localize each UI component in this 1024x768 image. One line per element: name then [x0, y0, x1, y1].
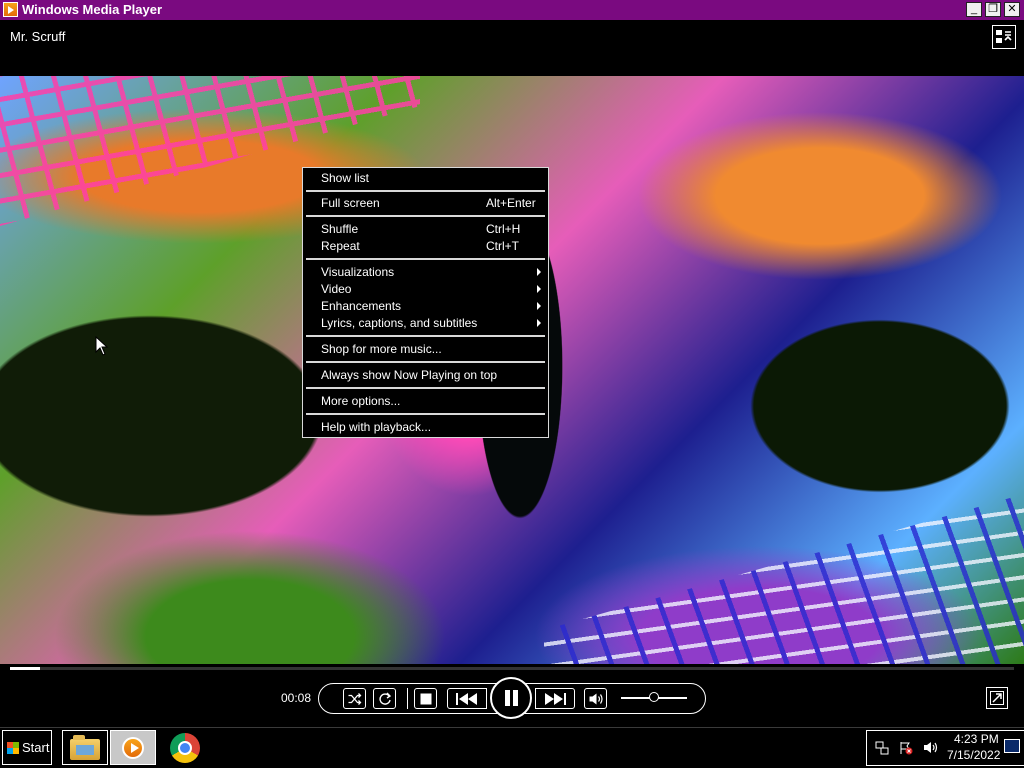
network-icon[interactable]	[875, 741, 889, 755]
menu-item-more-options[interactable]: More options...	[321, 393, 531, 409]
menu-separator	[306, 361, 545, 363]
menu-separator	[306, 335, 545, 337]
folder-icon	[70, 735, 100, 760]
controls-divider	[407, 688, 408, 709]
wmp-app-icon[interactable]	[3, 2, 18, 17]
seek-bar-progress	[10, 667, 41, 670]
now-playing-header: Mr. Scruff	[0, 20, 1024, 76]
menu-item-help-playback[interactable]: Help with playback...	[321, 419, 531, 435]
start-button[interactable]: Start	[2, 730, 52, 765]
previous-icon	[456, 692, 477, 705]
menu-item-show-list[interactable]: Show list	[321, 170, 531, 186]
next-button[interactable]	[535, 688, 575, 709]
switch-view-icon	[990, 691, 1004, 705]
window-title: Windows Media Player	[22, 2, 163, 17]
shortcut-repeat: Ctrl+T	[486, 239, 519, 253]
clock-date[interactable]: 7/15/2022	[947, 748, 1000, 762]
submenu-arrow-icon	[537, 319, 541, 327]
menu-item-shop-music[interactable]: Shop for more music...	[321, 341, 531, 357]
menu-item-repeat[interactable]: Repeat Ctrl+T	[321, 238, 531, 254]
clock-time[interactable]: 4:23 PM	[954, 732, 999, 746]
taskbar-windows-media-player[interactable]	[110, 730, 156, 765]
taskbar-chrome-icon[interactable]	[170, 733, 200, 763]
submenu-arrow-icon	[537, 302, 541, 310]
pause-button[interactable]	[490, 677, 532, 719]
elapsed-time: 00:08	[281, 691, 312, 705]
context-menu: Show list Full screen Alt+Enter Shuffle Ct…	[302, 167, 549, 438]
shuffle-button[interactable]	[343, 688, 366, 709]
mouse-cursor-icon	[95, 336, 109, 356]
windows-logo-icon	[7, 742, 19, 754]
menu-item-visualizations[interactable]: Visualizations	[321, 264, 541, 280]
next-icon	[545, 692, 566, 705]
stop-button[interactable]	[414, 688, 437, 709]
menu-separator	[306, 215, 545, 217]
action-center-flag-icon[interactable]	[899, 741, 913, 755]
menu-separator	[306, 190, 545, 192]
show-desktop-button[interactable]	[1004, 739, 1020, 753]
mute-button[interactable]	[584, 688, 607, 709]
shortcut-shuffle: Ctrl+H	[486, 222, 521, 236]
title-bar: Windows Media Player _ ❐ ✕	[0, 0, 1024, 20]
menu-separator	[306, 258, 545, 260]
now-playing-title: Mr. Scruff	[10, 29, 66, 44]
stop-icon	[420, 693, 431, 704]
media-player-icon	[122, 737, 144, 759]
switch-to-library-icon	[996, 30, 1012, 43]
menu-item-video[interactable]: Video	[321, 281, 541, 297]
menu-separator	[306, 413, 545, 415]
submenu-arrow-icon	[537, 285, 541, 293]
volume-slider-knob[interactable]	[649, 692, 659, 702]
shuffle-icon	[348, 692, 361, 705]
menu-separator	[306, 387, 545, 389]
seek-bar[interactable]	[10, 667, 1014, 670]
repeat-button[interactable]	[373, 688, 396, 709]
taskbar-file-explorer[interactable]	[62, 730, 108, 765]
minimize-button[interactable]: _	[966, 2, 982, 17]
menu-item-enhancements[interactable]: Enhancements	[321, 298, 541, 314]
menu-item-lyrics-captions-subtitles[interactable]: Lyrics, captions, and subtitles	[321, 315, 541, 331]
menu-item-full-screen[interactable]: Full screen Alt+Enter	[321, 195, 536, 211]
switch-to-now-playing-button[interactable]	[986, 687, 1008, 709]
restore-button[interactable]: ❐	[985, 2, 1001, 17]
switch-to-library-button[interactable]	[992, 25, 1016, 49]
shortcut-full-screen: Alt+Enter	[486, 196, 536, 210]
repeat-icon	[378, 692, 391, 705]
volume-tray-icon[interactable]	[923, 741, 938, 754]
close-button[interactable]: ✕	[1004, 2, 1020, 17]
menu-item-shuffle[interactable]: Shuffle Ctrl+H	[321, 221, 531, 237]
speaker-icon	[589, 693, 603, 704]
submenu-arrow-icon	[537, 268, 541, 276]
previous-button[interactable]	[447, 688, 487, 709]
visualization-grid-right	[544, 494, 1024, 664]
menu-item-always-on-top[interactable]: Always show Now Playing on top	[321, 367, 531, 383]
